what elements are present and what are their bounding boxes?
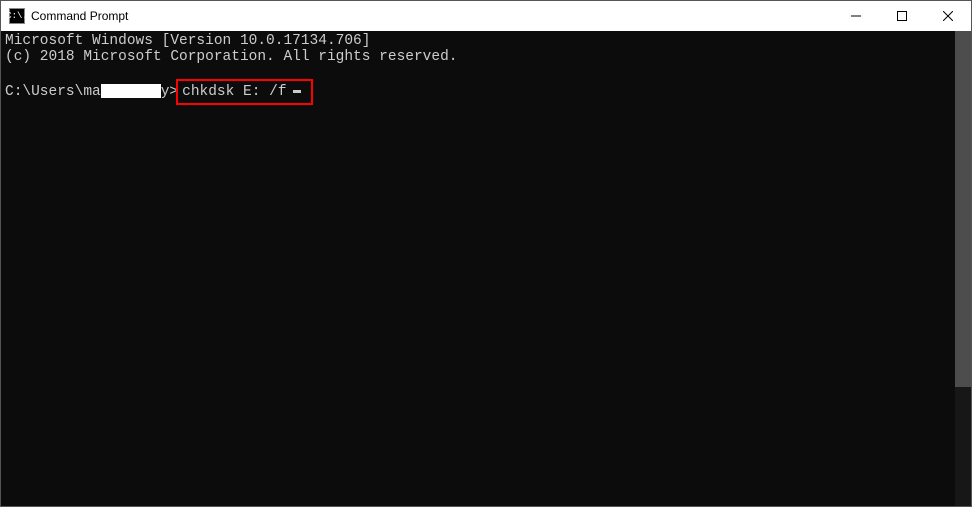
terminal-area[interactable]: Microsoft Windows [Version 10.0.17134.70…	[1, 31, 971, 506]
command-text: chkdsk E: /f	[182, 84, 286, 100]
terminal-line-1: Microsoft Windows [Version 10.0.17134.70…	[5, 33, 951, 49]
title-bar[interactable]: C:\. Command Prompt	[1, 1, 971, 31]
window-title: Command Prompt	[31, 9, 128, 23]
command-prompt-window: C:\. Command Prompt Microsoft Windows [V…	[0, 0, 972, 507]
prompt-prefix: C:\Users\ma	[5, 84, 101, 100]
close-icon	[943, 11, 953, 21]
command-highlight: chkdsk E: /f	[176, 79, 312, 105]
maximize-icon	[897, 11, 907, 21]
minimize-icon	[851, 11, 861, 21]
close-button[interactable]	[925, 1, 971, 31]
terminal-content[interactable]: Microsoft Windows [Version 10.0.17134.70…	[1, 31, 955, 506]
scrollbar-thumb[interactable]	[955, 31, 971, 387]
scrollbar[interactable]	[955, 31, 971, 506]
minimize-button[interactable]	[833, 1, 879, 31]
maximize-button[interactable]	[879, 1, 925, 31]
app-icon-text: C:\.	[6, 11, 28, 21]
prompt-line: C:\Users\may>chkdsk E: /f	[5, 79, 951, 105]
cursor	[293, 90, 301, 93]
terminal-line-2: (c) 2018 Microsoft Corporation. All righ…	[5, 49, 951, 65]
redacted-username	[101, 84, 161, 98]
app-icon: C:\.	[9, 8, 25, 24]
window-controls	[833, 1, 971, 31]
